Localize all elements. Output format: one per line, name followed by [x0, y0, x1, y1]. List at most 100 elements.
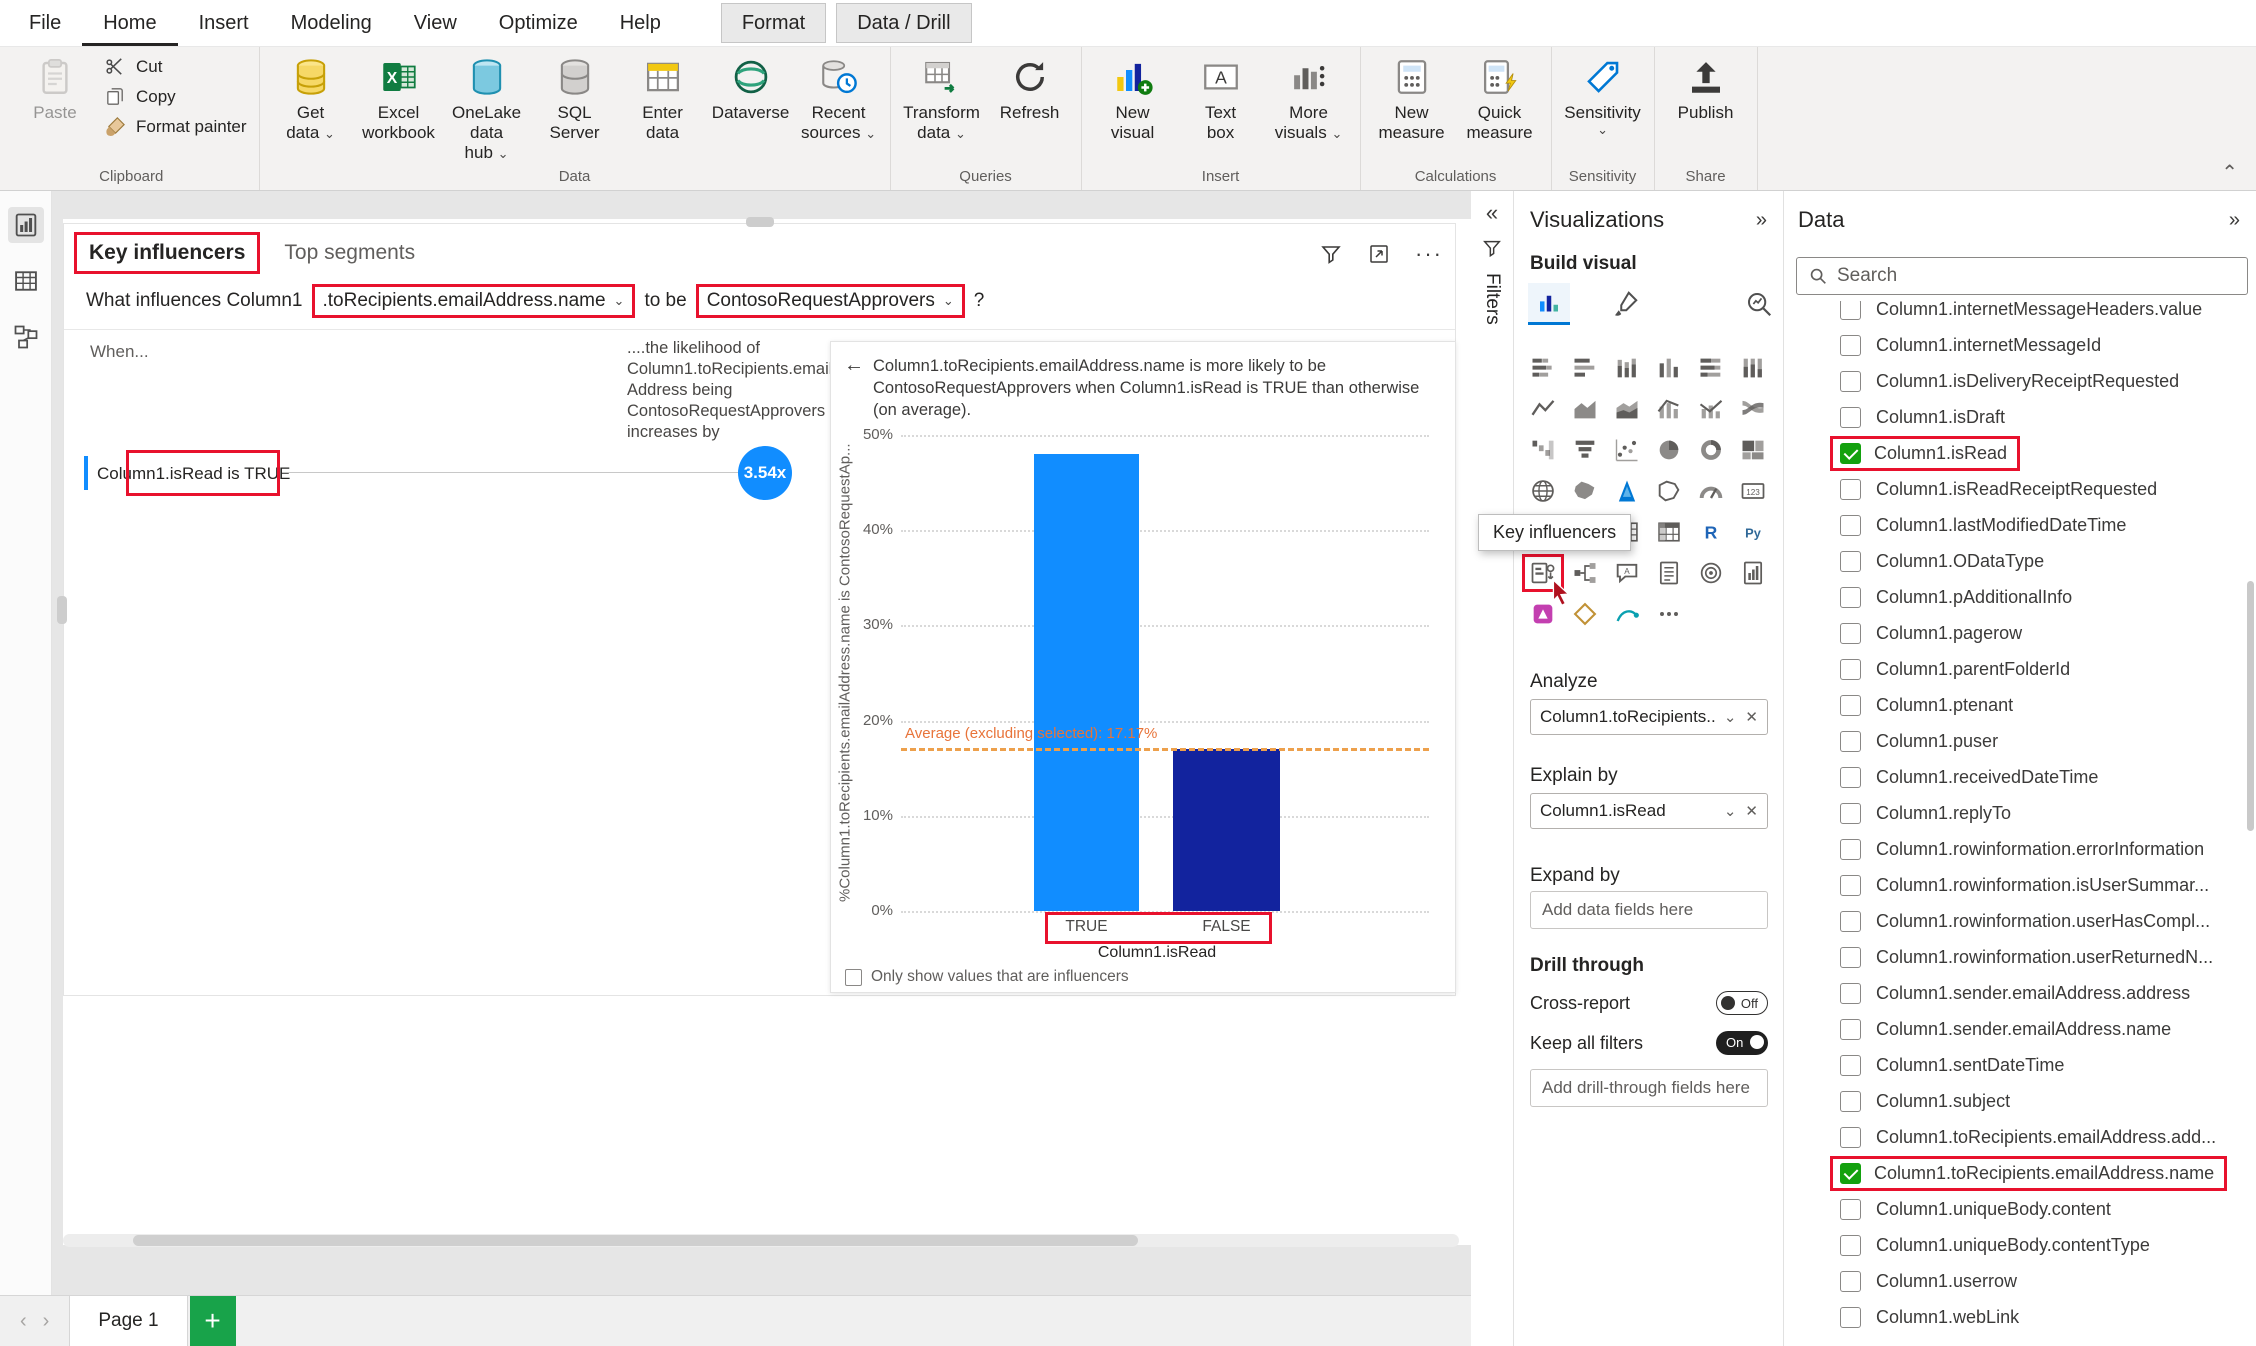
line-visual-icon[interactable]: [1524, 392, 1562, 426]
collapse-ribbon-icon[interactable]: ⌃: [2221, 163, 2238, 183]
map-visual-icon[interactable]: [1524, 474, 1562, 508]
sensitivity-button[interactable]: Sensitivity ⌄: [1560, 49, 1646, 137]
field-label[interactable]: Column1.rowinformation.errorInformation: [1876, 839, 2204, 860]
sql-server-button[interactable]: SQL Server: [532, 49, 618, 143]
influence-multiplier-bubble[interactable]: 3.54x: [738, 446, 792, 500]
field-row-column1-uniquebody-contenttype[interactable]: Column1.uniqueBody.contentType: [1784, 1227, 2246, 1263]
field-row-column1-odatatype[interactable]: Column1.ODataType: [1784, 543, 2246, 579]
filter-icon[interactable]: [1319, 242, 1343, 266]
unchecked-checkbox[interactable]: [1840, 301, 1861, 320]
expand-by-drop-area[interactable]: Add data fields here: [1530, 891, 1768, 929]
field-row-column1-rowinformation-isusersummar[interactable]: Column1.rowinformation.isUserSummar...: [1784, 867, 2246, 903]
tab-key-influencers[interactable]: Key influencers: [74, 232, 261, 274]
format-painter-button[interactable]: Format painter: [100, 115, 251, 138]
quick-measure-button[interactable]: Quick measure: [1457, 49, 1543, 143]
r-script-visual-icon[interactable]: R: [1692, 515, 1730, 549]
analytics-mode-icon[interactable]: [1738, 283, 1780, 325]
next-page-icon[interactable]: ›: [43, 1310, 50, 1333]
contextual-tab-format[interactable]: Format: [720, 3, 827, 43]
field-label[interactable]: Column1.parentFolderId: [1876, 659, 2070, 680]
focus-mode-icon[interactable]: [1367, 242, 1391, 266]
recent-sources-button[interactable]: Recent sources ⌄: [796, 49, 882, 144]
contextual-tab-data-drill[interactable]: Data / Drill: [836, 3, 972, 43]
stacked-area-visual-icon[interactable]: [1608, 392, 1646, 426]
shape-map-visual-icon[interactable]: [1650, 474, 1688, 508]
field-label[interactable]: Column1.isDraft: [1876, 407, 2005, 428]
menu-tab-view[interactable]: View: [393, 0, 478, 46]
influencers-only-checkbox[interactable]: [845, 968, 862, 986]
azure-map-visual-icon[interactable]: [1608, 474, 1646, 508]
unchecked-checkbox[interactable]: [1840, 658, 1861, 680]
field-label[interactable]: Column1.userrow: [1876, 1271, 2017, 1292]
scrollbar-thumb[interactable]: [132, 1235, 1138, 1246]
unchecked-checkbox[interactable]: [1840, 586, 1861, 608]
onelake-data-hub-button[interactable]: OneLake data hub ⌄: [444, 49, 530, 164]
table-view-icon[interactable]: [8, 263, 44, 299]
unchecked-checkbox[interactable]: [1840, 1126, 1861, 1148]
ribbon-visual-icon[interactable]: [1734, 392, 1772, 426]
metrics-visual-icon[interactable]: [1692, 556, 1730, 590]
unchecked-checkbox[interactable]: [1840, 406, 1861, 428]
unchecked-checkbox[interactable]: [1840, 946, 1861, 968]
field-row-column1-padditionalinfo[interactable]: Column1.pAdditionalInfo: [1784, 579, 2246, 615]
unchecked-checkbox[interactable]: [1840, 874, 1861, 896]
field-row-column1-isdeliveryreceiptrequested[interactable]: Column1.isDeliveryReceiptRequested: [1784, 363, 2246, 399]
field-row-column1-weblink[interactable]: Column1.webLink: [1784, 1299, 2246, 1335]
unchecked-checkbox[interactable]: [1840, 1054, 1861, 1076]
build-visual-mode-icon[interactable]: [1528, 283, 1570, 325]
unchecked-checkbox[interactable]: [1840, 334, 1861, 356]
unchecked-checkbox[interactable]: [1840, 514, 1861, 536]
bar-false[interactable]: [1173, 749, 1280, 911]
field-label[interactable]: Column1.internetMessageId: [1876, 335, 2101, 356]
collapse-data-pane-icon[interactable]: »: [2229, 209, 2240, 232]
field-row-column1-pagerow[interactable]: Column1.pagerow: [1784, 615, 2246, 651]
field-row-column1-rowinformation-userreturnedn[interactable]: Column1.rowinformation.userReturnedN...: [1784, 939, 2246, 975]
field-row-column1-lastmodifieddatetime[interactable]: Column1.lastModifiedDateTime: [1784, 507, 2246, 543]
menu-tab-home[interactable]: Home: [82, 0, 177, 46]
field-label[interactable]: Column1.sender.emailAddress.name: [1876, 1019, 2171, 1040]
field-label[interactable]: Column1.webLink: [1876, 1307, 2019, 1328]
line-clustered-column-visual-icon[interactable]: [1692, 392, 1730, 426]
filters-pane-label[interactable]: Filters: [1481, 273, 1503, 325]
stacked-column-visual-icon[interactable]: [1608, 351, 1646, 385]
keep-all-filters-toggle[interactable]: On: [1716, 1031, 1768, 1055]
flow-visual-icon[interactable]: [1608, 597, 1646, 631]
stacked-bar-visual-icon[interactable]: [1524, 351, 1562, 385]
unchecked-checkbox[interactable]: [1840, 838, 1861, 860]
menu-tab-modeling[interactable]: Modeling: [270, 0, 393, 46]
unchecked-checkbox[interactable]: [1840, 1018, 1861, 1040]
canvas-horizontal-scrollbar[interactable]: [63, 1234, 1459, 1247]
bar-true[interactable]: [1034, 454, 1139, 911]
new-measure-button[interactable]: New measure: [1369, 49, 1455, 143]
text-box-button[interactable]: A Text box: [1178, 49, 1264, 143]
remove-field-icon[interactable]: ✕: [1745, 802, 1758, 820]
visual-resize-handle-left[interactable]: [57, 595, 67, 624]
field-row-column1-replyto[interactable]: Column1.replyTo: [1784, 795, 2246, 831]
report-page[interactable]: Key influencers Top segments ··· What in…: [57, 217, 1471, 1245]
gauge-visual-icon[interactable]: [1692, 474, 1730, 508]
chevron-down-icon[interactable]: ⌄: [1724, 708, 1737, 726]
drill-through-drop-area[interactable]: Add drill-through fields here: [1530, 1069, 1768, 1107]
field-row-column1-sentdatetime[interactable]: Column1.sentDateTime: [1784, 1047, 2246, 1083]
analyze-field-well[interactable]: Column1.toRecipients.... ⌄ ✕: [1530, 699, 1768, 735]
report-view-icon[interactable]: [7, 207, 44, 243]
field-label[interactable]: Column1.pagerow: [1876, 623, 2022, 644]
line-stacked-column-visual-icon[interactable]: [1650, 392, 1688, 426]
matrix-visual-icon[interactable]: [1650, 515, 1688, 549]
refresh-button[interactable]: Refresh: [987, 49, 1073, 123]
copy-button[interactable]: Copy: [100, 85, 251, 108]
chevron-down-icon[interactable]: ⌄: [1724, 802, 1737, 820]
transform-data-button[interactable]: Transform data ⌄: [899, 49, 985, 144]
remove-field-icon[interactable]: ✕: [1745, 708, 1758, 726]
expand-filters-icon[interactable]: «: [1486, 202, 1498, 224]
checked-checkbox[interactable]: [1840, 442, 1861, 464]
field-row-column1-internetmessageheaders-value[interactable]: Column1.internetMessageHeaders.value: [1784, 301, 2246, 327]
publish-button[interactable]: Publish: [1663, 49, 1749, 123]
data-pane-scrollbar[interactable]: [2247, 581, 2254, 831]
field-label[interactable]: Column1.toRecipients.emailAddress.add...: [1876, 1127, 2216, 1148]
clustered-bar-visual-icon[interactable]: [1566, 351, 1604, 385]
cross-report-toggle[interactable]: Off: [1716, 991, 1768, 1015]
unchecked-checkbox[interactable]: [1840, 910, 1861, 932]
field-row-column1-puser[interactable]: Column1.puser: [1784, 723, 2246, 759]
pct-stacked-bar-visual-icon[interactable]: [1692, 351, 1730, 385]
